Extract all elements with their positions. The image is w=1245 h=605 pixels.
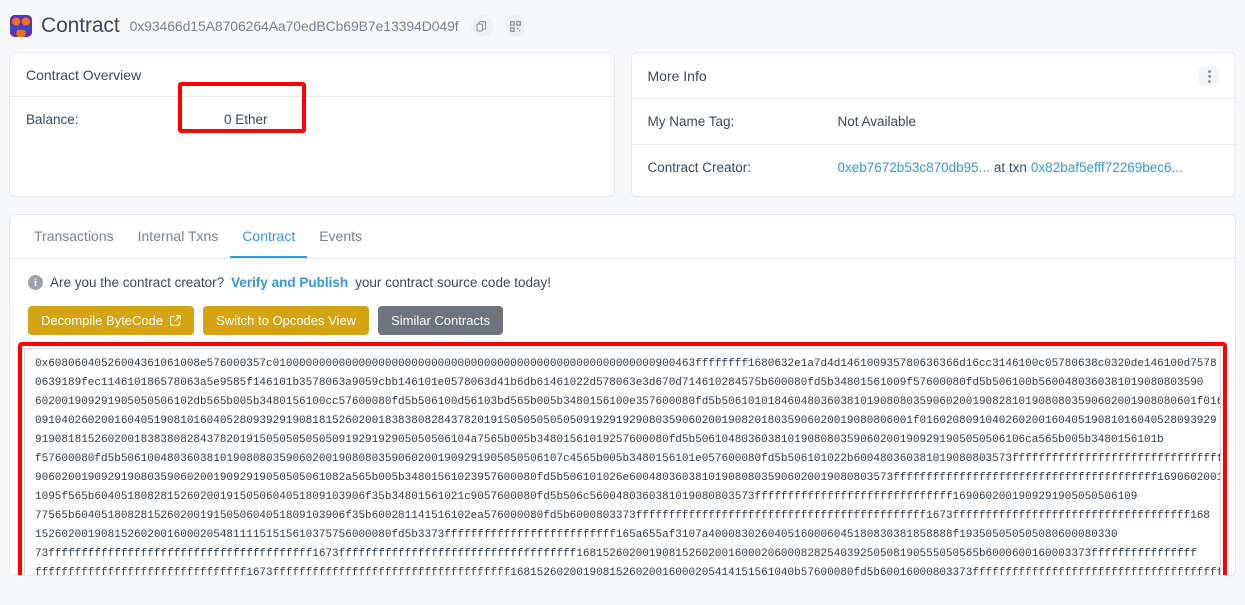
contract-address: 0x93466d15A8706264Aa70edBCb69B7e13394D04… bbox=[129, 18, 459, 34]
bytecode-line: 77565b6040518082815260200191505060405180… bbox=[35, 510, 1210, 522]
more-info-menu-button[interactable] bbox=[1199, 66, 1219, 86]
bytecode-line: 9060200190929190803590602001909291905050… bbox=[35, 472, 1221, 484]
summary-cards-row: Contract Overview Balance: 0 Ether More … bbox=[0, 52, 1245, 197]
external-link-icon bbox=[170, 315, 181, 326]
page-header: Contract 0x93466d15A8706264Aa70edBCb69B7… bbox=[0, 0, 1245, 52]
balance-row: Balance: 0 Ether bbox=[10, 82, 614, 142]
bytecode-line: 0639189fec114610186578063a5e9585f146101b… bbox=[35, 377, 1204, 389]
contract-overview-title: Contract Overview bbox=[26, 67, 142, 83]
balance-label: Balance: bbox=[26, 112, 79, 127]
kebab-dot bbox=[1207, 69, 1211, 73]
contract-creator-row: Contract Creator: 0xeb7672b53c870db95...… bbox=[631, 144, 1235, 189]
name-tag-value: Not Available bbox=[837, 114, 917, 129]
contract-overview-body: Balance: 0 Ether bbox=[10, 82, 614, 194]
kebab-dot bbox=[1207, 74, 1211, 78]
similar-contracts-button[interactable]: Similar Contracts bbox=[378, 306, 504, 335]
more-info-header: More Info bbox=[631, 53, 1235, 99]
contract-creator-label: Contract Creator: bbox=[647, 159, 752, 175]
bytecode-line: 1526020019081526020016000205481111515156… bbox=[35, 529, 1118, 541]
page-title: Contract bbox=[41, 14, 120, 37]
more-info-card: More Info My Name Tag: Not Available Con… bbox=[630, 52, 1236, 197]
decompile-bytecode-label: Decompile ByteCode bbox=[41, 313, 164, 328]
contract-overview-header: Contract Overview bbox=[10, 53, 614, 97]
bytecode-line: 9190818152602001838380828437820191505050… bbox=[35, 434, 1164, 446]
kebab-dot bbox=[1207, 79, 1211, 83]
tab-transactions[interactable]: Transactions bbox=[22, 215, 126, 258]
copy-icon bbox=[476, 20, 487, 31]
verify-and-publish-link[interactable]: Verify and Publish bbox=[231, 275, 348, 290]
tab-contract[interactable]: Contract bbox=[230, 215, 308, 258]
bytecode-container: 0x60806040526004361061008e576000357c0100… bbox=[18, 342, 1227, 576]
qr-code-button[interactable] bbox=[504, 15, 527, 37]
verify-note-prefix: Are you the contract creator? bbox=[50, 275, 225, 290]
bytecode-textarea[interactable]: 0x60806040526004361061008e576000357c0100… bbox=[24, 348, 1221, 576]
verify-note-suffix: your contract source code today! bbox=[355, 275, 551, 290]
bytecode-line: ffffffffffffffffffffffffffffffff1673ffff… bbox=[35, 567, 1221, 576]
name-tag-row: My Name Tag: Not Available bbox=[632, 99, 1236, 144]
bytecode-line: 73ffffffffffffffffffffffffffffffffffffff… bbox=[35, 548, 1197, 560]
at-txn-text: at txn bbox=[993, 159, 1027, 175]
more-info-title: More Info bbox=[647, 68, 707, 84]
bytecode-line: 0910402602001604051908101604052809392919… bbox=[35, 415, 1217, 427]
bytecode-line: 0x60806040526004361061008e576000357c0100… bbox=[35, 358, 1217, 370]
bytecode-line: f57600080fd5b506100480360381019080803590… bbox=[35, 453, 1221, 465]
balance-value: 0 Ether bbox=[224, 112, 268, 127]
info-icon: i bbox=[28, 275, 43, 290]
contract-tabs-panel: Transactions Internal Txns Contract Even… bbox=[9, 214, 1236, 576]
bytecode-line: 602001909291905050506102db565b005b348015… bbox=[35, 396, 1221, 408]
tab-bar: Transactions Internal Txns Contract Even… bbox=[10, 215, 1235, 259]
contract-creator-value: 0xeb7672b53c870db95... at txn 0x82baf5efff… bbox=[838, 160, 1183, 175]
decompile-bytecode-button[interactable]: Decompile ByteCode bbox=[28, 306, 195, 335]
qr-code-icon bbox=[510, 20, 521, 32]
copy-address-button[interactable] bbox=[470, 15, 493, 37]
contract-overview-card: Contract Overview Balance: 0 Ether bbox=[9, 52, 615, 197]
tab-events[interactable]: Events bbox=[307, 215, 374, 258]
contract-action-buttons: Decompile ByteCode Switch to Opcodes Vie… bbox=[10, 290, 1235, 335]
verify-publish-note: i Are you the contract creator? Verify a… bbox=[10, 259, 1235, 290]
name-tag-label: My Name Tag: bbox=[647, 114, 735, 129]
switch-to-opcodes-view-button[interactable]: Switch to Opcodes View bbox=[203, 306, 370, 335]
bytecode-line: 1095f565b6040518082815260200191505060405… bbox=[35, 491, 1138, 503]
tab-internal-txns[interactable]: Internal Txns bbox=[126, 215, 231, 258]
contract-blockie-avatar bbox=[10, 15, 32, 37]
creator-address-link[interactable]: 0xeb7672b53c870db95... bbox=[838, 160, 990, 175]
more-info-body: My Name Tag: Not Available Contract Crea… bbox=[631, 99, 1236, 196]
creation-txn-link[interactable]: 0x82baf5efff72269bec6... bbox=[1031, 160, 1183, 175]
